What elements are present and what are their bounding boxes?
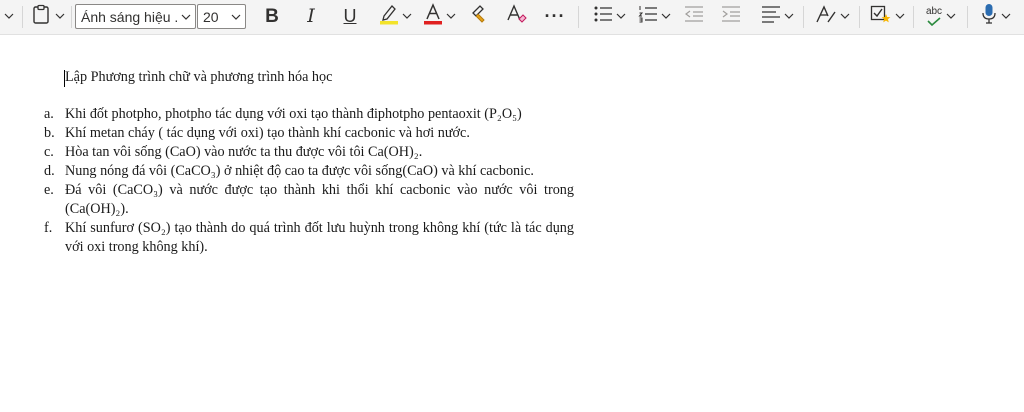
italic-icon: I xyxy=(307,4,315,27)
list-item-text[interactable]: Nung nóng đá vôi (CaCO₃) ở nhiệt độ cao … xyxy=(65,162,574,181)
increase-indent-icon xyxy=(721,5,741,28)
list-item-text[interactable]: Khí metan cháy ( tác dụng với oxi) tạo t… xyxy=(65,124,574,143)
list-item-text[interactable]: Khí sunfurơ (SO₂) tạo thành do quá trình… xyxy=(65,219,574,257)
highlight-button[interactable] xyxy=(376,0,414,32)
bold-icon: B xyxy=(265,5,279,27)
tag-button[interactable] xyxy=(866,0,908,32)
chevron-down-icon xyxy=(1001,11,1011,21)
chevron-down-icon xyxy=(840,11,850,21)
list-marker: c. xyxy=(44,144,54,160)
list-item[interactable]: a. Khi đốt photpho, photpho tác dụng với… xyxy=(44,105,574,124)
spellcheck-icon: abc xyxy=(925,5,943,26)
chevron-down-icon xyxy=(616,11,626,21)
list-marker: e. xyxy=(44,182,54,198)
list-item[interactable]: e. Đá vôi (CaCO₃) và nước được tạo thành… xyxy=(44,181,574,219)
font-size-value: 20 xyxy=(203,8,219,25)
alignment-button[interactable] xyxy=(757,0,797,32)
format-painter-icon xyxy=(470,4,490,29)
chevron-down-icon[interactable] xyxy=(227,12,245,22)
checkbox-star-icon xyxy=(870,4,892,29)
format-painter-button[interactable] xyxy=(466,0,494,32)
chevron-down-icon xyxy=(446,11,456,21)
clipboard-icon xyxy=(32,4,50,29)
spellcheck-label: abc xyxy=(925,5,943,17)
list-item[interactable]: c. Hòa tan vôi sống (CaO) vào nước ta th… xyxy=(44,143,574,162)
paste-button[interactable] xyxy=(28,0,68,32)
align-left-icon xyxy=(761,5,781,28)
chevron-down-icon xyxy=(895,11,905,21)
list-marker: d. xyxy=(44,163,55,179)
bold-button[interactable]: B xyxy=(258,0,286,32)
list-marker: a. xyxy=(44,106,54,122)
dictate-button[interactable] xyxy=(975,0,1017,32)
numbered-list-icon xyxy=(637,5,658,28)
more-icon: ··· xyxy=(544,5,566,26)
list-item[interactable]: f. Khí sunfurơ (SO₂) tạo thành do quá tr… xyxy=(44,219,574,257)
microphone-icon xyxy=(981,3,997,30)
decrease-indent-icon xyxy=(684,5,704,28)
decrease-indent-button[interactable] xyxy=(680,0,708,32)
document-canvas[interactable]: Lập Phương trình chữ và phương trình hóa… xyxy=(0,36,1024,412)
numbering-button[interactable] xyxy=(634,0,674,32)
font-color-button[interactable] xyxy=(420,0,458,32)
list-marker: f. xyxy=(44,220,53,236)
bullet-list-icon xyxy=(593,5,613,28)
underline-button[interactable]: U xyxy=(336,0,364,32)
list-item[interactable]: b. Khí metan cháy ( tác dụng với oxi) tạ… xyxy=(44,124,574,143)
styles-icon xyxy=(815,4,837,29)
chevron-down-icon xyxy=(784,11,794,21)
chevron-down-icon xyxy=(946,11,956,21)
highlighter-icon xyxy=(379,3,399,30)
list-item-text[interactable]: Đá vôi (CaCO₃) và nước được tạo thành kh… xyxy=(65,181,574,219)
ribbon-toolbar: Ánh sáng hiệu ... 20 B I U ··· abc xyxy=(0,0,1024,35)
styles-button[interactable] xyxy=(812,0,852,32)
document-title[interactable]: Lập Phương trình chữ và phương trình hóa… xyxy=(65,69,332,86)
exercise-list: a. Khi đốt photpho, photpho tác dụng với… xyxy=(44,105,574,257)
font-color-icon xyxy=(423,2,443,30)
list-item[interactable]: d. Nung nóng đá vôi (CaCO₃) ở nhiệt độ c… xyxy=(44,162,574,181)
spelling-button[interactable]: abc xyxy=(921,0,961,32)
underline-icon: U xyxy=(343,6,357,26)
list-item-text[interactable]: Hòa tan vôi sống (CaO) vào nước ta thu đ… xyxy=(65,143,574,162)
bullets-button[interactable] xyxy=(589,0,629,32)
list-item-text[interactable]: Khi đốt photpho, photpho tác dụng với ox… xyxy=(65,105,574,124)
font-name-value: Ánh sáng hiệu ... xyxy=(81,8,177,25)
chevron-down-icon xyxy=(4,11,14,21)
chevron-down-icon xyxy=(55,11,65,21)
list-marker: b. xyxy=(44,125,55,141)
clear-formatting-button[interactable] xyxy=(503,0,531,32)
chevron-down-icon xyxy=(661,11,671,21)
increase-indent-button[interactable] xyxy=(717,0,745,32)
italic-button[interactable]: I xyxy=(297,0,325,32)
more-options-button[interactable]: ··· xyxy=(540,0,570,32)
chevron-down-icon xyxy=(402,11,412,21)
clear-formatting-icon xyxy=(506,3,528,29)
font-name-combobox[interactable]: Ánh sáng hiệu ... xyxy=(75,4,196,29)
undo-dropdown[interactable] xyxy=(2,0,16,32)
font-size-combobox[interactable]: 20 xyxy=(197,4,246,29)
chevron-down-icon[interactable] xyxy=(177,12,195,22)
